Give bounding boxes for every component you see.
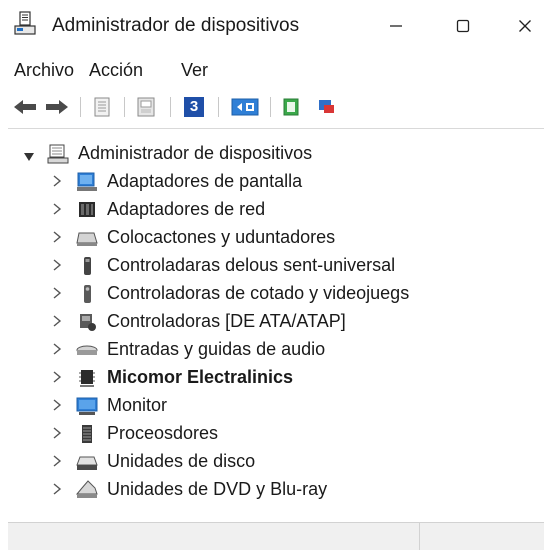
tree-item-label: Micomor Electralinics — [107, 367, 294, 387]
properties-button[interactable] — [90, 92, 114, 122]
chevron-right-icon[interactable] — [50, 200, 64, 218]
tree-item-label: Controladaras delous sent-universal — [107, 255, 396, 275]
show-hidden-icon — [231, 98, 259, 116]
tree-item-ide-controllers[interactable]: Controladoras [DE ATA/ATAP] — [0, 308, 544, 336]
forward-button[interactable] — [44, 92, 70, 122]
tree-root-label: Administrador de dispositivos — [78, 143, 313, 163]
chevron-right-icon[interactable] — [50, 284, 64, 302]
window-title: Administrador de dispositivos — [52, 15, 300, 36]
chevron-right-icon[interactable] — [50, 480, 64, 498]
tree-item-keyboards[interactable]: Colocactones y uduntadores — [0, 224, 544, 252]
tree-item-label: Unidades de disco — [107, 451, 256, 471]
device-manager-app-icon — [14, 11, 36, 37]
menu-accion[interactable]: Acción — [89, 60, 143, 81]
chip-icon — [76, 367, 98, 389]
display-adapter-icon — [76, 171, 98, 193]
tree-item-label: Monitor — [107, 395, 168, 415]
help-icon: 3 — [184, 97, 204, 117]
chevron-right-icon[interactable] — [50, 396, 64, 414]
tree-item-display-adapters[interactable]: Adaptadores de pantalla — [0, 168, 544, 196]
device-manager-window: Administrador de dispositivos Archivo Ac… — [0, 0, 544, 550]
chevron-right-icon[interactable] — [50, 256, 64, 274]
tree-root[interactable]: Administrador de dispositivos — [0, 140, 544, 168]
menu-bar: Archivo Acción Ver — [0, 56, 544, 88]
chevron-right-icon[interactable] — [50, 340, 64, 358]
maximize-button[interactable] — [443, 8, 483, 44]
chevron-right-icon[interactable] — [50, 424, 64, 442]
tree-item-disk-drives[interactable]: Unidades de disco — [0, 448, 544, 476]
tree-item-processors[interactable]: Proceosdores — [0, 420, 544, 448]
toolbar-separator — [270, 97, 271, 117]
minimize-button[interactable] — [376, 8, 416, 44]
chevron-right-icon[interactable] — [50, 172, 64, 190]
close-icon — [519, 20, 531, 32]
tree-item-game-controllers[interactable]: Controladoras de cotado y videojuegs — [0, 280, 544, 308]
toolbar-separator — [124, 97, 125, 117]
chevron-right-icon[interactable] — [50, 368, 64, 386]
tree-item-dvd-drives[interactable]: Unidades de DVD y Blu-ray — [0, 476, 544, 504]
forward-arrow-icon — [46, 100, 68, 114]
uninstall-icon — [319, 100, 334, 113]
menu-archivo[interactable]: Archivo — [14, 60, 74, 81]
processor-icon — [76, 423, 98, 445]
close-button[interactable] — [505, 8, 544, 44]
back-button[interactable] — [12, 92, 38, 122]
tree-item-network-adapters[interactable]: Adaptadores de red — [0, 196, 544, 224]
chevron-right-icon[interactable] — [50, 228, 64, 246]
chevron-right-icon[interactable] — [50, 312, 64, 330]
toolbar-divider — [8, 128, 544, 129]
driver-button[interactable] — [134, 92, 158, 122]
collapse-triangle-icon[interactable] — [24, 148, 34, 166]
status-bar — [8, 522, 544, 550]
tree-item-label: Unidades de DVD y Blu-ray — [107, 479, 328, 499]
toolbar: 3 — [0, 92, 544, 124]
show-hidden-button[interactable] — [230, 92, 260, 122]
driver-icon — [137, 97, 155, 117]
tree-item-label: Controladoras de cotado y videojuegs — [107, 283, 410, 303]
maximize-icon — [456, 19, 470, 33]
status-bar-separator — [419, 523, 420, 550]
network-adapter-icon — [76, 199, 98, 221]
monitor-icon — [76, 395, 98, 417]
tree-item-usb-controllers[interactable]: Controladaras delous sent-universal — [0, 252, 544, 280]
help-button[interactable]: 3 — [182, 92, 206, 122]
toolbar-separator — [170, 97, 171, 117]
menu-ver[interactable]: Ver — [181, 60, 208, 81]
tree-item-label: Entradas y guidas de audio — [107, 339, 326, 359]
tree-item-label: Adaptadores de red — [107, 199, 266, 219]
title-bar[interactable]: Administrador de dispositivos — [0, 0, 544, 52]
tree-item-label: Adaptadores de pantalla — [107, 171, 303, 191]
chevron-right-icon[interactable] — [50, 452, 64, 470]
dvd-drive-icon — [75, 479, 98, 501]
minimize-icon — [390, 25, 402, 27]
keyboard-icon — [76, 227, 98, 249]
tree-item-micomor[interactable]: Micomor Electralinics — [0, 364, 544, 392]
tree-item-label: Proceosdores — [107, 423, 219, 443]
ide-controller-icon — [76, 311, 98, 333]
back-arrow-icon — [14, 100, 36, 114]
toolbar-separator — [80, 97, 81, 117]
tree-item-audio[interactable]: Entradas y guidas de audio — [0, 336, 544, 364]
audio-icon — [76, 339, 98, 361]
tree-item-label: Controladoras [DE ATA/ATAP] — [107, 311, 346, 331]
usb-controller-icon — [76, 255, 98, 277]
tree-item-label: Colocactones y uduntadores — [107, 227, 336, 247]
toolbar-separator — [218, 97, 219, 117]
update-driver-button[interactable] — [280, 92, 304, 122]
disk-drive-icon — [76, 451, 98, 473]
properties-icon — [94, 97, 110, 117]
tree-item-monitor[interactable]: Monitor — [0, 392, 544, 420]
uninstall-button[interactable] — [314, 92, 338, 122]
computer-icon — [47, 143, 69, 165]
game-controller-icon — [76, 283, 98, 305]
update-driver-icon — [283, 98, 299, 116]
